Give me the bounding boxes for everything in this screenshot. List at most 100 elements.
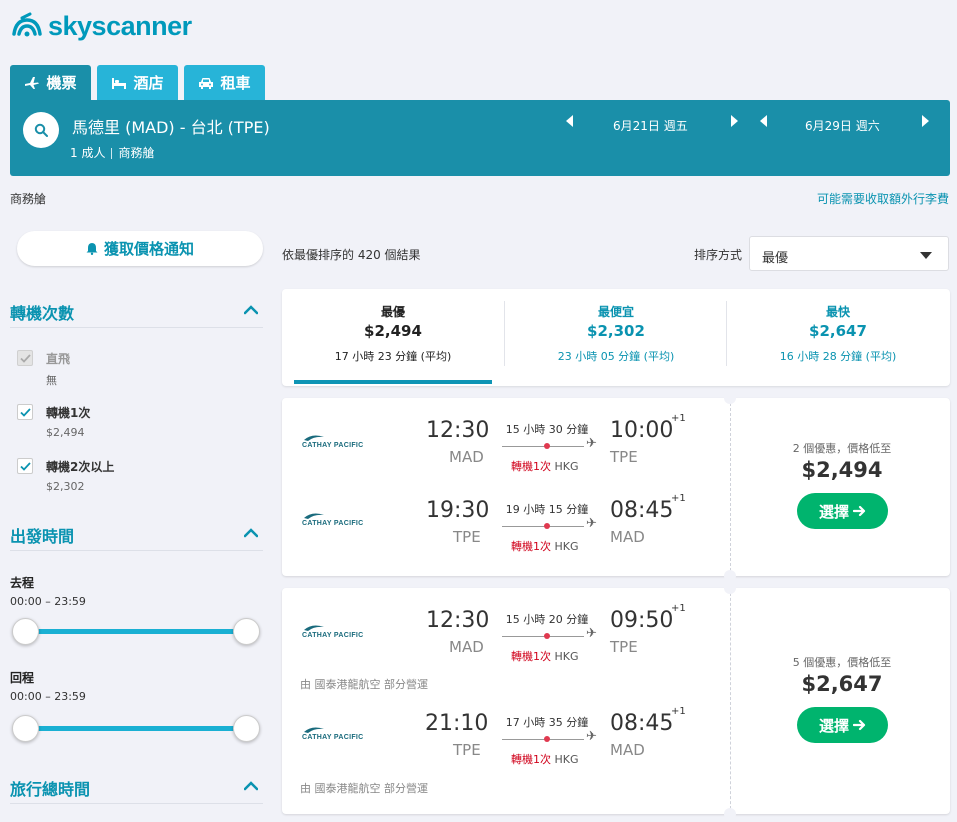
stops-one-checkbox[interactable]	[17, 404, 33, 420]
stops-info: 轉機1次 HKG	[511, 538, 579, 554]
flight-duration: 17 小時 35 分鐘	[505, 716, 589, 729]
chevron-up-icon[interactable]	[244, 526, 258, 540]
divider	[10, 803, 263, 804]
flight-duration: 15 小時 30 分鐘	[505, 423, 589, 436]
arrival-time: 09:50	[610, 608, 674, 633]
departure-airport: TPE	[453, 528, 481, 546]
ticket-notch	[724, 808, 736, 820]
divider	[730, 398, 731, 576]
cabin-class-note: 商務艙	[10, 192, 47, 206]
stops-direct-checkbox[interactable]	[17, 350, 33, 366]
stops-two-plus-price: $2,302	[46, 480, 85, 493]
route-line	[502, 636, 584, 637]
flight-duration: 15 小時 20 分鐘	[505, 613, 589, 626]
stops-one-price: $2,494	[46, 426, 85, 439]
layover-airport: HKG	[554, 753, 579, 766]
plane-icon: ✈	[586, 626, 597, 641]
sort-tab-price: $2,302	[587, 322, 645, 340]
sort-tab-cheapest[interactable]: 最便宜 $2,302 23 小時 05 分鐘 (平均)	[505, 289, 727, 386]
chevron-up-icon[interactable]	[244, 779, 258, 793]
skyscanner-logo[interactable]: skyscanner	[10, 8, 192, 44]
ticket-notch	[724, 582, 736, 594]
plane-icon: ✈	[586, 729, 597, 744]
return-time-label: 回程	[10, 671, 35, 685]
arrival-airport: MAD	[610, 528, 645, 546]
sort-selected-value: 最優	[762, 251, 789, 266]
divider	[730, 588, 731, 814]
layover-airport: HKG	[554, 460, 579, 473]
depart-date-prev-button[interactable]	[566, 115, 574, 131]
stops-count: 轉機1次	[511, 753, 551, 766]
ticket-notch	[724, 570, 736, 582]
return-time-range: 00:00 – 23:59	[10, 690, 86, 703]
return-date[interactable]: 6月29日 週六	[805, 117, 880, 134]
return-time-slider-max-handle[interactable]	[233, 715, 260, 742]
cathay-pacific-logo-icon	[304, 625, 324, 631]
passenger-cabin-summary[interactable]: 1 成人 商務艙	[70, 144, 154, 161]
select-button-label: 選擇	[818, 502, 849, 521]
bell-icon	[86, 243, 98, 255]
return-time-slider-min-handle[interactable]	[12, 715, 39, 742]
tab-flights[interactable]: 機票	[10, 65, 91, 100]
select-flight-button[interactable]: 選擇	[797, 493, 888, 529]
depart-time-filter-title[interactable]: 出發時間	[10, 523, 74, 547]
outbound-time-slider-min-handle[interactable]	[12, 618, 39, 645]
sort-tab-fastest[interactable]: 最快 $2,647 16 小時 28 分鐘 (平均)	[727, 289, 949, 386]
stops-two-plus-label: 轉機2次以上	[46, 460, 115, 474]
flight-result-card[interactable]: CATHAY PACIFIC 12:30 MAD 15 小時 20 分鐘 ✈ 轉…	[282, 582, 950, 820]
select-flight-button[interactable]: 選擇	[797, 707, 888, 743]
arrival-airport: TPE	[610, 638, 638, 656]
departure-airport: TPE	[453, 741, 481, 759]
arrival-airport: MAD	[610, 741, 645, 759]
route-text[interactable]: 馬德里 (MAD) - 台北 (TPE)	[72, 114, 270, 138]
tab-label: 酒店	[133, 74, 164, 92]
stops-count: 轉機1次	[511, 540, 551, 553]
sort-tab-best[interactable]: 最優 $2,494 17 小時 23 分鐘 (平均)	[282, 289, 504, 386]
search-summary-bar[interactable]: 馬德里 (MAD) - 台北 (TPE) 1 成人 商務艙 6月21日 週五 6月…	[10, 100, 950, 176]
cathay-pacific-logo-icon	[304, 435, 324, 441]
active-tab-indicator	[294, 380, 492, 384]
checkmark-icon	[19, 407, 31, 417]
airline-name: CATHAY PACIFIC	[302, 734, 364, 741]
plane-icon: ✈	[586, 436, 597, 451]
airline-logo: CATHAY PACIFIC	[302, 512, 364, 527]
outbound-time-slider-track[interactable]	[26, 629, 247, 634]
chevron-up-icon[interactable]	[244, 303, 258, 317]
stops-two-plus-checkbox[interactable]	[17, 458, 33, 474]
sort-tab-title: 最快	[825, 305, 850, 319]
stops-info: 轉機1次 HKG	[511, 751, 579, 767]
sort-tabs: 最優 $2,494 17 小時 23 分鐘 (平均) 最便宜 $2,302 23…	[282, 289, 950, 386]
result-count: 依最優排序的 420 個結果	[282, 248, 421, 262]
duration-filter-title[interactable]: 旅行總時間	[10, 776, 90, 800]
chevron-left-icon	[760, 115, 767, 127]
price-alert-label: 獲取價格通知	[103, 240, 194, 258]
sort-tab-price: $2,647	[809, 322, 867, 340]
stops-filter-title[interactable]: 轉機次數	[10, 300, 74, 324]
baggage-fee-link[interactable]: 可能需要收取額外行李費	[817, 190, 949, 207]
tab-car-hire[interactable]: 租車	[184, 65, 265, 100]
outbound-time-slider-max-handle[interactable]	[233, 618, 260, 645]
return-date-next-button[interactable]	[921, 115, 929, 131]
depart-date[interactable]: 6月21日 週五	[613, 117, 688, 134]
chevron-right-icon	[731, 115, 738, 127]
plane-icon	[25, 76, 40, 89]
depart-date-next-button[interactable]	[730, 115, 738, 131]
return-date-prev-button[interactable]	[760, 115, 768, 131]
airline-logo: CATHAY PACIFIC	[302, 726, 364, 741]
airline-name: CATHAY PACIFIC	[302, 632, 364, 639]
layover-airport: HKG	[554, 650, 579, 663]
chevron-right-icon	[922, 115, 929, 127]
departure-time: 12:30	[426, 608, 490, 633]
tab-label: 租車	[220, 74, 251, 92]
plane-icon: ✈	[586, 516, 597, 531]
sort-tab-duration: 16 小時 28 分鐘 (平均)	[779, 350, 897, 363]
arrival-time: 08:45	[610, 498, 674, 523]
day-offset: +1	[671, 603, 686, 614]
bed-icon	[112, 77, 127, 89]
price-alert-button[interactable]: 獲取價格通知	[17, 231, 263, 266]
return-time-slider-track[interactable]	[26, 726, 247, 731]
tab-hotels[interactable]: 酒店	[97, 65, 178, 100]
search-button[interactable]	[23, 112, 59, 148]
flight-result-card[interactable]: CATHAY PACIFIC 12:30 MAD 15 小時 30 分鐘 ✈ 轉…	[282, 392, 950, 582]
sort-select[interactable]: 最優	[749, 236, 949, 271]
